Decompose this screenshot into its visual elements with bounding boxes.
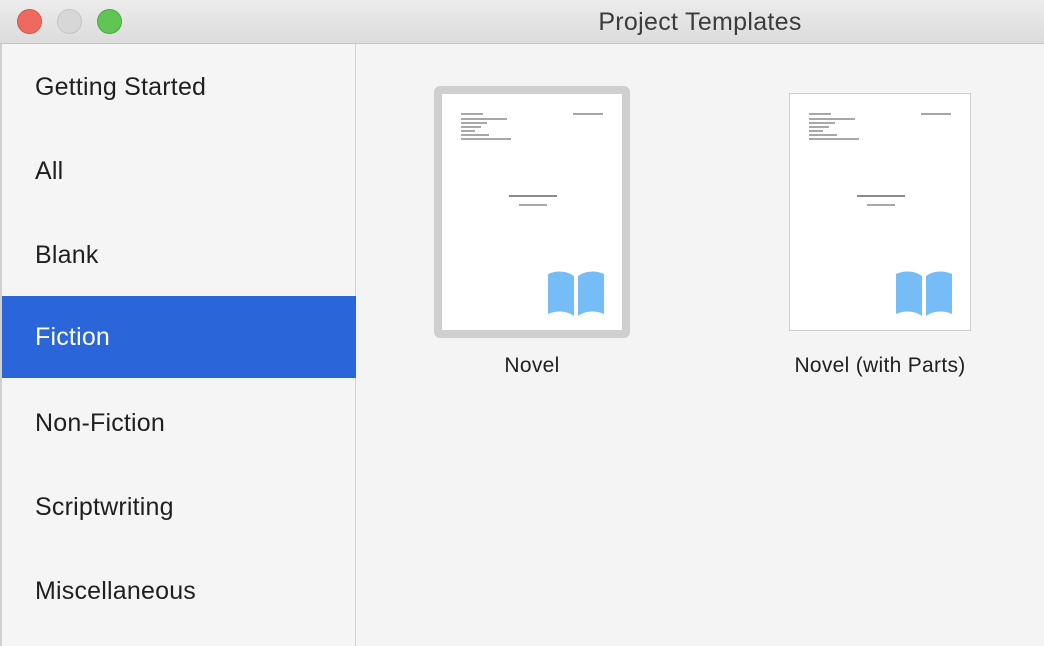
book-icon xyxy=(896,271,952,316)
template-label-novel: Novel xyxy=(504,354,560,377)
sidebar-item-fiction[interactable]: Fiction xyxy=(2,296,356,378)
sidebar-item-all[interactable]: All xyxy=(2,130,356,212)
template-grid: Novel Novel (with Parts) xyxy=(357,44,1044,646)
minimize-window-button[interactable] xyxy=(57,9,82,34)
window-title: Project Templates xyxy=(598,8,802,36)
sidebar-item-blank[interactable]: Blank xyxy=(2,214,356,296)
template-novel[interactable]: Novel xyxy=(417,44,647,404)
zoom-window-button[interactable] xyxy=(97,9,122,34)
template-preview-page xyxy=(789,93,971,331)
category-sidebar: Getting Started All Blank Fiction Non-Fi… xyxy=(0,44,356,646)
template-label-novel-with-parts: Novel (with Parts) xyxy=(794,354,966,377)
project-templates-window: Project Templates Getting Started All Bl… xyxy=(0,0,1044,646)
template-novel-with-parts[interactable]: Novel (with Parts) xyxy=(765,44,995,404)
sidebar-item-miscellaneous[interactable]: Miscellaneous xyxy=(2,550,356,632)
book-icon xyxy=(548,271,604,316)
title-bar: Project Templates xyxy=(0,0,1044,44)
close-window-button[interactable] xyxy=(17,9,42,34)
sidebar-item-scriptwriting[interactable]: Scriptwriting xyxy=(2,466,356,548)
sidebar-item-non-fiction[interactable]: Non-Fiction xyxy=(2,382,356,464)
template-preview-page xyxy=(441,93,623,331)
sidebar-item-getting-started[interactable]: Getting Started xyxy=(2,46,356,128)
